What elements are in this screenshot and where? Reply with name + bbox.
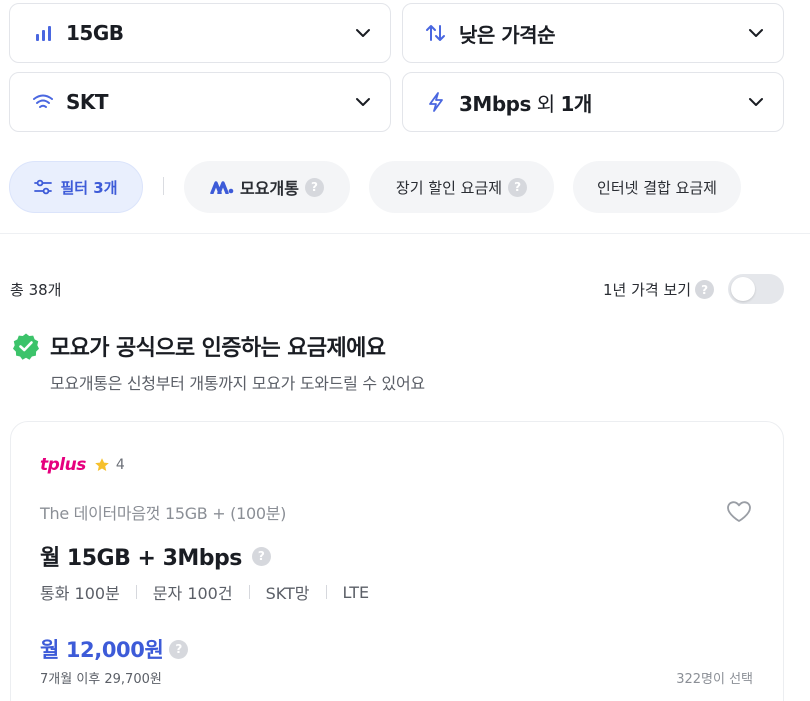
filter-button[interactable]: 필터 3개 bbox=[9, 161, 143, 213]
filter-label: 필터 3개 bbox=[60, 178, 118, 197]
heart-icon[interactable] bbox=[725, 498, 753, 526]
spec-call: 통화 100분 bbox=[40, 584, 120, 603]
plan-specs: 통화 100분 문자 100건 SKT망 LTE bbox=[40, 580, 369, 604]
wifi-icon bbox=[32, 91, 54, 113]
rating-value: 4 bbox=[115, 457, 125, 473]
help-icon[interactable]: ? bbox=[169, 639, 189, 659]
moyo-activation-label: 모요개통 bbox=[240, 179, 299, 198]
yearly-price-label: 1년 가격 보기 bbox=[603, 281, 692, 299]
help-icon[interactable]: ? bbox=[304, 177, 324, 197]
yearly-price-label-row: 1년 가격 보기 ? bbox=[603, 279, 715, 300]
spec-separator bbox=[325, 585, 327, 599]
selected-count: 322명이 선택 bbox=[676, 672, 753, 687]
chevron-down-icon bbox=[747, 93, 765, 111]
yearly-price-toggle[interactable] bbox=[728, 274, 784, 304]
data-amount-select[interactable]: 15GB bbox=[9, 3, 391, 63]
monthly-price: 월 12,000원 bbox=[40, 638, 164, 662]
filter-sliders-icon bbox=[34, 179, 53, 195]
star-icon bbox=[95, 458, 109, 471]
spec-type: LTE bbox=[342, 582, 370, 602]
sort-arrows-icon bbox=[425, 22, 447, 44]
help-icon[interactable]: ? bbox=[695, 280, 715, 299]
spec-separator bbox=[135, 585, 137, 599]
spec-sms: 문자 100건 bbox=[152, 584, 233, 603]
help-icon[interactable]: ? bbox=[508, 177, 528, 197]
long-discount-label: 장기 할인 요금제 bbox=[395, 178, 503, 197]
moyo-activation-chip[interactable]: 모요개통 ? bbox=[184, 161, 350, 213]
chevron-down-icon bbox=[354, 93, 372, 111]
section-divider bbox=[0, 233, 810, 234]
data-amount-value: 15GB bbox=[66, 21, 124, 45]
speed-select[interactable]: 3Mbps 외 1개 bbox=[402, 72, 784, 132]
brand-row: tplus 4 bbox=[40, 455, 125, 475]
internet-combo-label: 인터넷 결합 요금제 bbox=[597, 178, 717, 197]
carrier-value: SKT bbox=[66, 90, 109, 114]
spec-network: SKT망 bbox=[265, 584, 310, 603]
sort-value: 낮은 가격순 bbox=[459, 22, 555, 47]
brand-logo: tplus bbox=[40, 455, 86, 475]
internet-combo-chip[interactable]: 인터넷 결합 요금제 bbox=[573, 161, 741, 213]
certified-heading: 모요가 공식으로 인증하는 요금제에요 bbox=[12, 330, 386, 362]
sort-select[interactable]: 낮은 가격순 bbox=[402, 3, 784, 63]
toggle-knob bbox=[731, 277, 755, 301]
spec-separator bbox=[248, 585, 250, 599]
plan-headline-row: 월 15GB + 3Mbps ? bbox=[40, 540, 271, 572]
chip-divider bbox=[163, 177, 164, 195]
signal-bars-icon bbox=[32, 22, 54, 44]
carrier-select[interactable]: SKT bbox=[9, 72, 391, 132]
plan-card[interactable]: tplus 4 The 데이터마음껏 15GB + (100분) 월 15GB … bbox=[10, 421, 784, 701]
certified-title: 모요가 공식으로 인증하는 요금제에요 bbox=[50, 336, 386, 361]
moyo-logo-icon bbox=[210, 180, 234, 194]
total-count: 총 38개 bbox=[10, 281, 62, 299]
certified-subtitle: 모요개통은 신청부터 개통까지 모요가 도와드릴 수 있어요 bbox=[50, 374, 425, 393]
speed-value: 3Mbps 외 1개 bbox=[459, 91, 592, 116]
chevron-down-icon bbox=[747, 24, 765, 42]
verified-check-icon bbox=[12, 332, 40, 360]
lightning-icon bbox=[425, 91, 447, 113]
plan-name: The 데이터마음껏 15GB + (100분) bbox=[40, 504, 287, 523]
chevron-down-icon bbox=[354, 24, 372, 42]
price-row: 월 12,000원 ? bbox=[40, 634, 189, 664]
after-discount-price: 7개월 이후 29,700원 bbox=[40, 672, 162, 687]
plan-headline: 월 15GB + 3Mbps bbox=[40, 546, 242, 571]
help-icon[interactable]: ? bbox=[251, 546, 271, 566]
long-discount-chip[interactable]: 장기 할인 요금제 ? bbox=[369, 161, 554, 213]
